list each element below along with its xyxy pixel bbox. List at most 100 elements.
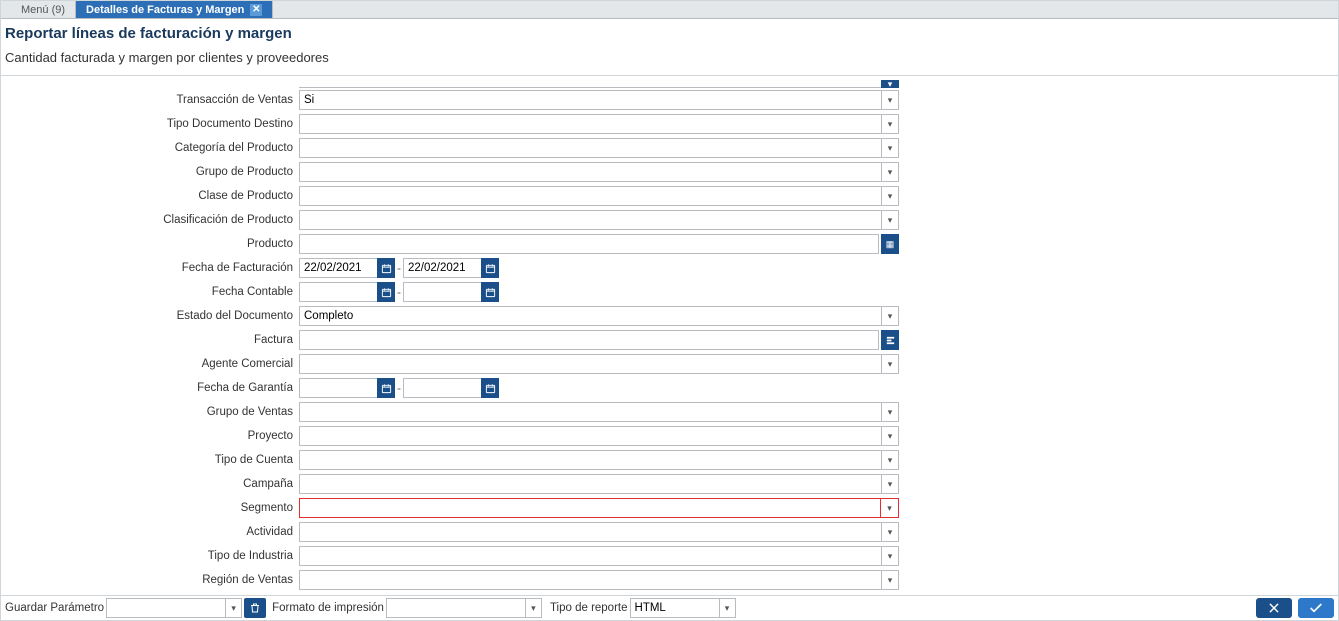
row-region-ventas: Región de Ventas ▾	[1, 568, 1338, 592]
tab-detalles-facturas[interactable]: Detalles de Facturas y Margen ✕	[76, 1, 273, 18]
dropdown-campana[interactable]: ▾	[881, 474, 899, 494]
dropdown-guardar-parametro[interactable]: ▾	[226, 598, 242, 618]
calendar-fecha-garantia-from-icon[interactable]	[377, 378, 395, 398]
input-clase-producto[interactable]	[299, 186, 881, 206]
row-fecha-garantia: Fecha de Garantía -	[1, 376, 1338, 400]
dropdown-clase-producto[interactable]: ▾	[881, 186, 899, 206]
label-clasificacion-producto: Clasificación de Producto	[1, 214, 299, 226]
input-segmento[interactable]	[299, 498, 881, 518]
input-fecha-garantia-from[interactable]	[299, 378, 377, 398]
date-range-separator: -	[395, 285, 403, 299]
calendar-fecha-contable-from-icon[interactable]	[377, 282, 395, 302]
dropdown-clasificacion-producto[interactable]: ▾	[881, 210, 899, 230]
dropdown-tipo-reporte[interactable]: ▾	[720, 598, 736, 618]
delete-parameter-button[interactable]	[244, 598, 266, 618]
dropdown-segmento[interactable]: ▾	[881, 498, 899, 518]
calendar-fecha-facturacion-from-icon[interactable]	[377, 258, 395, 278]
prev-field-icon[interactable]: ▾	[881, 80, 899, 88]
calendar-fecha-garantia-to-icon[interactable]	[481, 378, 499, 398]
label-tipo-reporte: Tipo de reporte	[550, 602, 628, 614]
dropdown-grupo-producto[interactable]: ▾	[881, 162, 899, 182]
dropdown-transaccion-ventas[interactable]: ▾	[881, 90, 899, 110]
form-scroll-area[interactable]: ▾ Transacción de Ventas ▾ Tipo Documento…	[1, 76, 1338, 595]
dropdown-tipo-doc-destino[interactable]: ▾	[881, 114, 899, 134]
row-categoria-producto: Categoría del Producto ▾	[1, 136, 1338, 160]
input-tipo-industria[interactable]	[299, 546, 881, 566]
input-transaccion-ventas[interactable]	[299, 90, 881, 110]
input-fecha-facturacion-from[interactable]	[299, 258, 377, 278]
input-guardar-parametro[interactable]	[106, 598, 226, 618]
label-categoria-producto: Categoría del Producto	[1, 142, 299, 154]
input-fecha-contable-to[interactable]	[403, 282, 481, 302]
tab-menu-label: Menú (9)	[21, 4, 65, 16]
row-estado-documento: Estado del Documento ▾	[1, 304, 1338, 328]
dropdown-tipo-industria[interactable]: ▾	[881, 546, 899, 566]
label-fecha-facturacion: Fecha de Facturación	[1, 262, 299, 274]
input-formato-impresion[interactable]	[386, 598, 526, 618]
input-grupo-producto[interactable]	[299, 162, 881, 182]
label-tipo-industria: Tipo de Industria	[1, 550, 299, 562]
label-tipo-cuenta: Tipo de Cuenta	[1, 454, 299, 466]
input-factura[interactable]	[299, 330, 879, 350]
input-actividad[interactable]	[299, 522, 881, 542]
lookup-factura-icon[interactable]	[881, 330, 899, 350]
ok-button[interactable]	[1298, 598, 1334, 618]
dropdown-agente-comercial[interactable]: ▾	[881, 354, 899, 374]
row-fecha-facturacion: Fecha de Facturación -	[1, 256, 1338, 280]
close-tab-icon[interactable]: ✕	[250, 4, 262, 16]
row-clasificacion-producto: Clasificación de Producto ▾	[1, 208, 1338, 232]
row-proyecto: Proyecto ▾	[1, 424, 1338, 448]
label-guardar-parametro: Guardar Parámetro	[5, 602, 104, 614]
dropdown-tipo-cuenta[interactable]: ▾	[881, 450, 899, 470]
tab-bar: Menú (9) Detalles de Facturas y Margen ✕	[1, 1, 1338, 19]
input-tipo-doc-destino[interactable]	[299, 114, 881, 134]
dropdown-estado-documento[interactable]: ▾	[881, 306, 899, 326]
row-factura: Factura	[1, 328, 1338, 352]
tab-active-label: Detalles de Facturas y Margen	[86, 4, 244, 16]
input-agente-comercial[interactable]	[299, 354, 881, 374]
label-segmento: Segmento	[1, 502, 299, 514]
input-estado-documento[interactable]	[299, 306, 881, 326]
row-tipo-cuenta: Tipo de Cuenta ▾	[1, 448, 1338, 472]
input-fecha-garantia-to[interactable]	[403, 378, 481, 398]
input-categoria-producto[interactable]	[299, 138, 881, 158]
label-proyecto: Proyecto	[1, 430, 299, 442]
page-subtitle: Cantidad facturada y margen por clientes…	[5, 50, 1334, 65]
input-tipo-reporte[interactable]	[630, 598, 720, 618]
input-fecha-contable-from[interactable]	[299, 282, 377, 302]
row-tipo-industria: Tipo de Industria ▾	[1, 544, 1338, 568]
row-agente-comercial: Agente Comercial ▾	[1, 352, 1338, 376]
label-producto: Producto	[1, 238, 299, 250]
dropdown-categoria-producto[interactable]: ▾	[881, 138, 899, 158]
input-proyecto[interactable]	[299, 426, 881, 446]
input-region-ventas[interactable]	[299, 570, 881, 590]
label-grupo-producto: Grupo de Producto	[1, 166, 299, 178]
lookup-producto-icon[interactable]: ▦	[881, 234, 899, 254]
input-producto[interactable]	[299, 234, 879, 254]
dropdown-formato-impresion[interactable]: ▾	[526, 598, 542, 618]
row-grupo-ventas: Grupo de Ventas ▾	[1, 400, 1338, 424]
input-campana[interactable]	[299, 474, 881, 494]
label-factura: Factura	[1, 334, 299, 346]
label-actividad: Actividad	[1, 526, 299, 538]
dropdown-grupo-ventas[interactable]: ▾	[881, 402, 899, 422]
row-clase-producto: Clase de Producto ▾	[1, 184, 1338, 208]
tab-menu[interactable]: Menú (9)	[11, 1, 76, 18]
row-transaccion-ventas: Transacción de Ventas ▾	[1, 88, 1338, 112]
label-tipo-doc-destino: Tipo Documento Destino	[1, 118, 299, 130]
row-tipo-doc-destino: Tipo Documento Destino ▾	[1, 112, 1338, 136]
calendar-fecha-contable-to-icon[interactable]	[481, 282, 499, 302]
input-grupo-ventas[interactable]	[299, 402, 881, 422]
cancel-button[interactable]	[1256, 598, 1292, 618]
label-agente-comercial: Agente Comercial	[1, 358, 299, 370]
input-tipo-cuenta[interactable]	[299, 450, 881, 470]
dropdown-proyecto[interactable]: ▾	[881, 426, 899, 446]
input-clasificacion-producto[interactable]	[299, 210, 881, 230]
dropdown-actividad[interactable]: ▾	[881, 522, 899, 542]
label-formato-impresion: Formato de impresión	[272, 602, 384, 614]
calendar-fecha-facturacion-to-icon[interactable]	[481, 258, 499, 278]
label-clase-producto: Clase de Producto	[1, 190, 299, 202]
input-fecha-facturacion-to[interactable]	[403, 258, 481, 278]
dropdown-region-ventas[interactable]: ▾	[881, 570, 899, 590]
row-producto: Producto ▦	[1, 232, 1338, 256]
